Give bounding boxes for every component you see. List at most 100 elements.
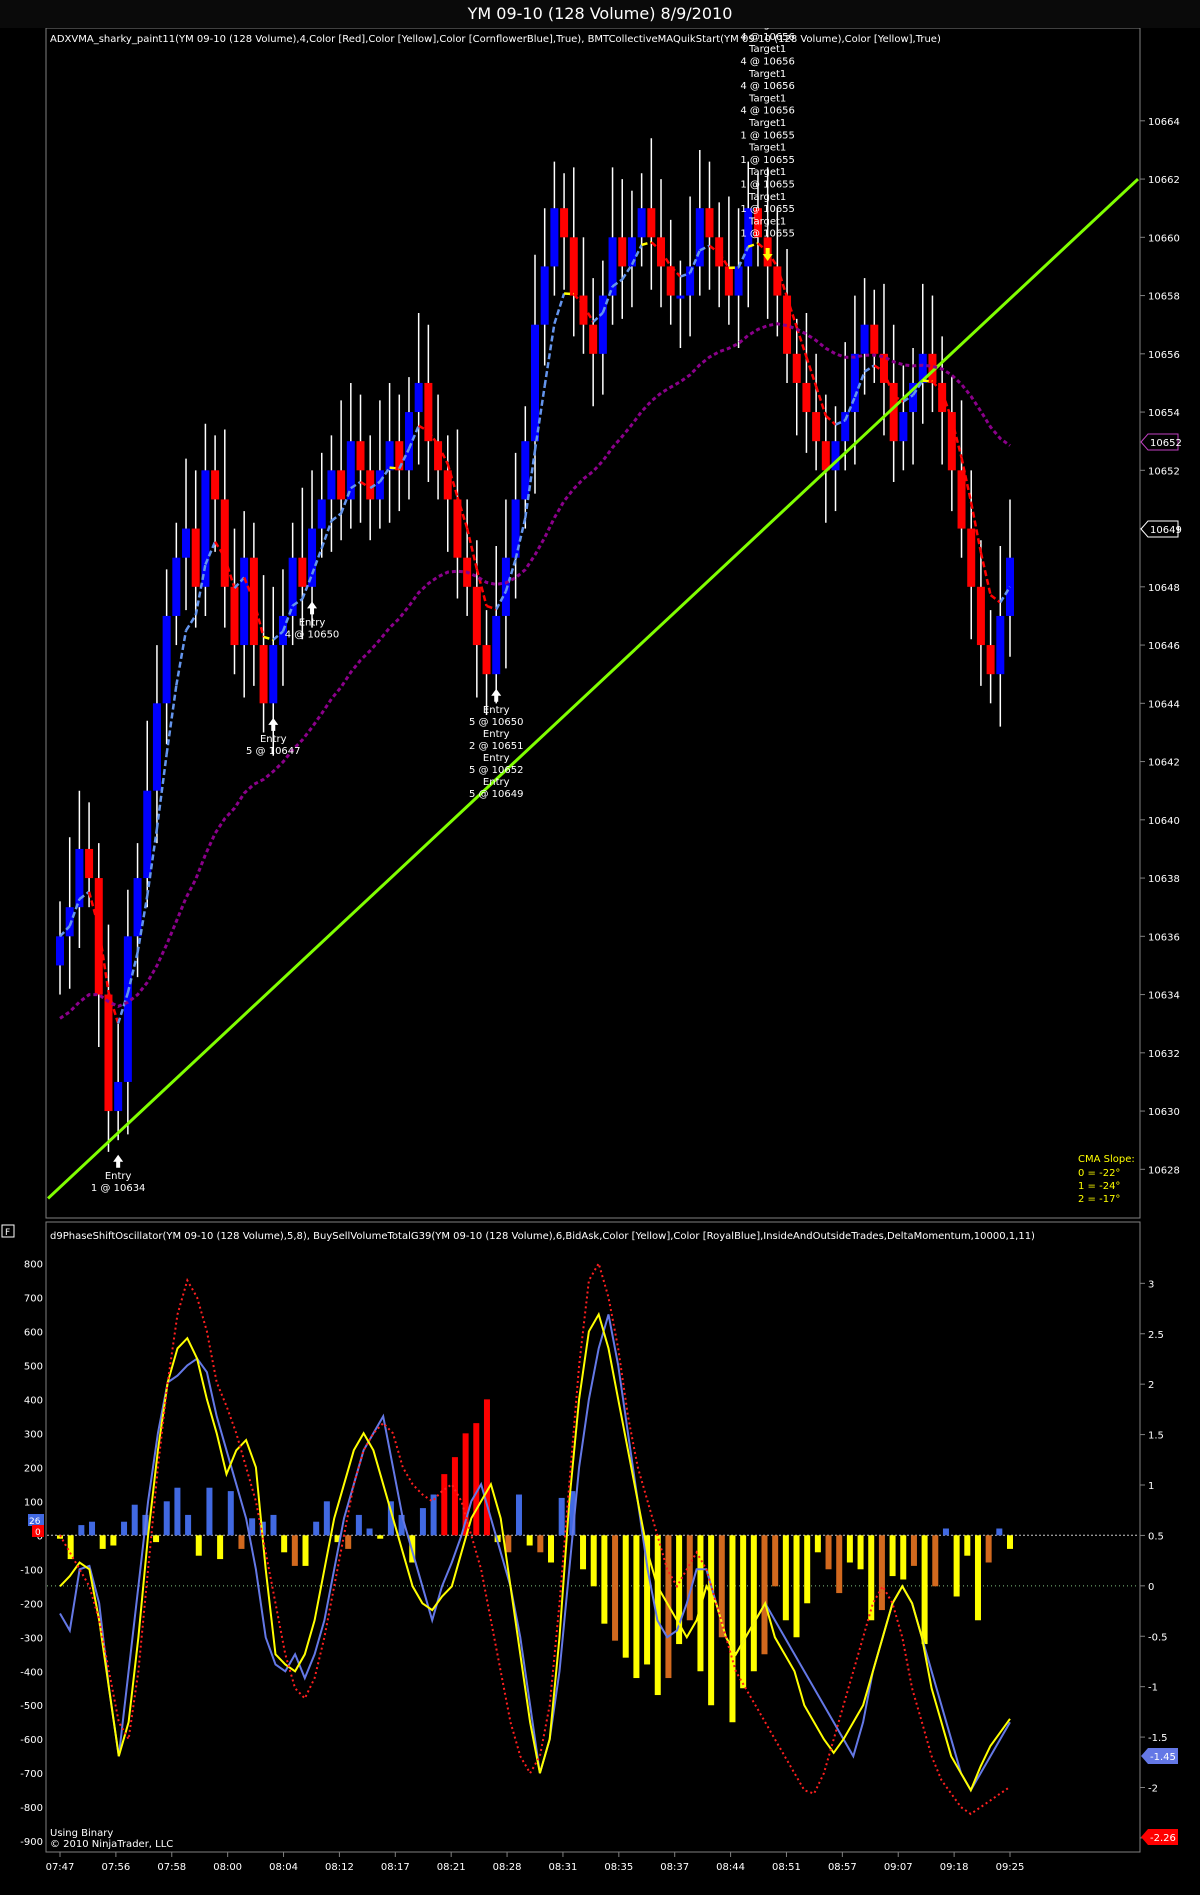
- candle-body: [162, 615, 171, 704]
- osc-left-tick-label: 600: [24, 1327, 43, 1338]
- target-annotation-text: 4 @ 10656: [740, 56, 795, 67]
- target-annotation-text: Target1: [748, 28, 786, 31]
- candle-body: [560, 208, 569, 238]
- volume-bar: [708, 1535, 715, 1706]
- candle-body: [899, 412, 908, 442]
- volume-bar: [857, 1535, 864, 1570]
- volume-bar: [921, 1535, 928, 1645]
- candle-body: [821, 441, 830, 471]
- volume-bar: [868, 1535, 875, 1621]
- volume-bar: [622, 1535, 629, 1658]
- panel-flag-box[interactable]: F: [1, 1224, 15, 1238]
- volume-bar: [121, 1521, 128, 1536]
- osc-left-tick-label: 500: [24, 1361, 43, 1372]
- candle-body: [569, 237, 578, 296]
- candle-body: [812, 412, 821, 442]
- volume-bar: [355, 1514, 362, 1536]
- window-title: YM 09-10 (128 Volume) 8/9/2010: [0, 0, 1200, 28]
- osc-right-tick-label: 2.5: [1148, 1330, 1164, 1341]
- osc-right-tick-label: 2: [1148, 1380, 1154, 1391]
- candle-body: [240, 557, 249, 646]
- candle-body: [705, 208, 714, 238]
- x-tick-label: 08:17: [381, 1862, 410, 1873]
- x-tick-label: 08:44: [716, 1862, 745, 1873]
- volume-bar: [558, 1497, 565, 1536]
- candle-body: [482, 645, 491, 675]
- candle-body: [85, 848, 94, 879]
- volume-bar: [345, 1535, 352, 1549]
- entry-annotation-text: 4 @ 10650: [285, 629, 340, 640]
- osc-left-tick-label: -100: [20, 1565, 43, 1576]
- osc-left-tick-label: -200: [20, 1599, 43, 1610]
- price-y-tick-label: 10646: [1148, 641, 1180, 652]
- candle-body: [531, 324, 539, 442]
- volume-bar: [451, 1457, 458, 1536]
- osc-right-tick-label: -0.5: [1148, 1632, 1168, 1643]
- price-y-tick-label: 10654: [1148, 408, 1180, 419]
- candle-body: [375, 470, 384, 500]
- candle-body: [152, 703, 161, 791]
- price-y-tick-label: 10642: [1148, 758, 1180, 769]
- osc-left-tick-label: 800: [24, 1259, 43, 1270]
- price-y-tick-label: 10660: [1148, 233, 1180, 244]
- candle-body: [123, 936, 132, 1082]
- x-tick-label: 08:00: [213, 1862, 242, 1873]
- entry-annotation-text: 5 @ 10652: [469, 765, 524, 776]
- x-tick-label: 09:18: [940, 1862, 969, 1873]
- volume-bar: [825, 1535, 832, 1570]
- x-tick-label: 08:28: [493, 1862, 522, 1873]
- osc-left-tick-label: 200: [24, 1463, 43, 1474]
- candle-body: [404, 412, 413, 471]
- osc-left-tick-label: 100: [24, 1497, 43, 1508]
- volume-bar: [590, 1535, 597, 1587]
- candle-body: [104, 994, 113, 1112]
- volume-bar: [270, 1514, 277, 1536]
- target-annotation-text: Target1: [748, 143, 786, 154]
- cma-title: CMA Slope:: [1078, 1154, 1135, 1165]
- x-tick-label: 09:07: [884, 1862, 913, 1873]
- x-tick-label: 08:37: [660, 1862, 689, 1873]
- volume-bar: [515, 1494, 522, 1536]
- price-marker-2-text: 10649: [1150, 525, 1182, 536]
- x-tick-label: 08:12: [325, 1862, 354, 1873]
- volume-bar: [889, 1535, 896, 1577]
- left-marker-2: 0: [32, 1525, 44, 1538]
- x-tick-label: 07:47: [46, 1862, 75, 1873]
- right-marker-2: -2.26: [1141, 1829, 1178, 1845]
- osc-left-tick-label: -800: [20, 1803, 43, 1814]
- x-tick-label: 08:21: [437, 1862, 466, 1873]
- candle-body: [288, 557, 297, 616]
- candle-body: [346, 441, 355, 500]
- volume-bar: [153, 1535, 160, 1543]
- right-marker-2-text: -2.26: [1150, 1833, 1176, 1844]
- volume-bar: [238, 1535, 245, 1549]
- volume-bar: [761, 1535, 768, 1655]
- candle-body: [337, 470, 346, 500]
- volume-bar: [99, 1535, 106, 1549]
- candle-body: [220, 499, 229, 587]
- entry-annotation-text: Entry: [483, 777, 510, 788]
- volume-bar: [473, 1423, 480, 1536]
- volume-bar: [697, 1535, 704, 1672]
- panel-flag-text: F: [5, 1228, 10, 1238]
- candle-body: [802, 382, 811, 413]
- volume-bar: [942, 1528, 949, 1536]
- volume-bar: [291, 1535, 298, 1566]
- osc-right-tick-label: 0.5: [1148, 1531, 1164, 1542]
- entry-annotation-text: 2 @ 10651: [469, 741, 524, 752]
- chart[interactable]: 10628 10630 10632 10634 10636 10638 10640 10642…: [0, 28, 1200, 1895]
- right-marker-1-text: -1.45: [1150, 1752, 1176, 1763]
- osc-indicator-label: d9PhaseShiftOscillator(YM 09-10 (128 Vol…: [50, 1231, 1035, 1242]
- price-y-tick-label: 10658: [1148, 292, 1180, 303]
- candle-body: [967, 528, 976, 587]
- volume-bar: [932, 1535, 939, 1587]
- osc-left-tick-label: -300: [20, 1633, 43, 1644]
- target-annotation-text: 4 @ 10656: [740, 106, 795, 117]
- x-tick-label: 07:56: [101, 1862, 130, 1873]
- price-y-tick-label: 10644: [1148, 699, 1180, 710]
- target-annotation-text: 1 @ 10655: [740, 130, 795, 141]
- entry-annotation-text: Entry: [260, 734, 287, 745]
- candle-body: [957, 470, 966, 529]
- candle-body: [143, 790, 152, 879]
- candle-body: [501, 557, 510, 616]
